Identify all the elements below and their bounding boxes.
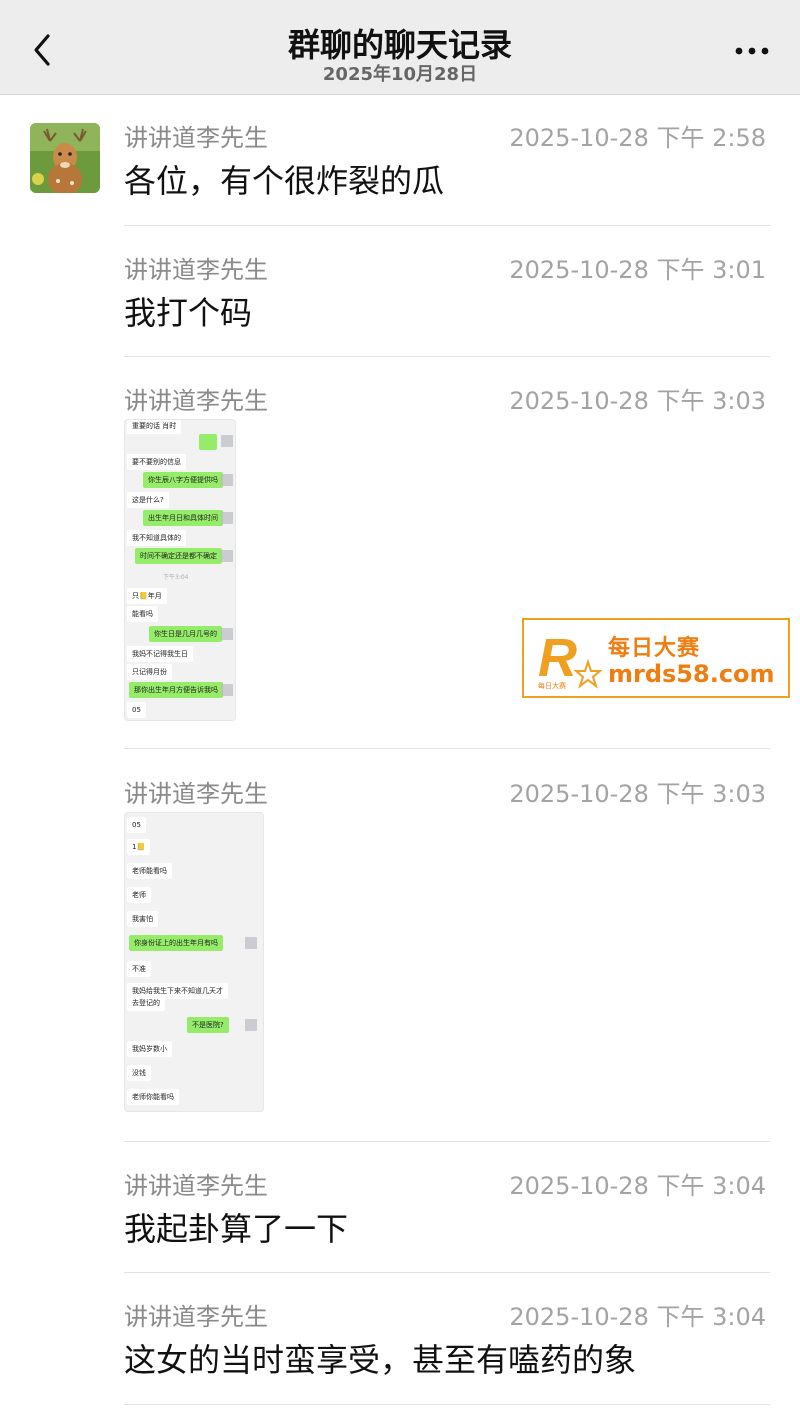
chat-message: 讲讲道李先生 2025-10-28 下午 3:04 我起卦算了一下: [124, 1166, 770, 1248]
bubble: 1📒: [127, 839, 151, 855]
bubble: 你身份证上的出生年月有吗: [129, 935, 223, 951]
time-separator: 下午3:04: [163, 574, 189, 581]
message-time: 2025-10-28 下午 3:04: [509, 1172, 766, 1200]
message-divider: [124, 1141, 770, 1142]
watermark-brand: 每日大赛: [608, 636, 701, 661]
message-text[interactable]: 我打个码: [124, 288, 252, 334]
blurred-avatar: [221, 512, 233, 524]
bubble: 要不要别的信息: [127, 454, 186, 470]
sender-name: 讲讲道李先生: [124, 780, 268, 808]
chat-screenshot-image[interactable]: 重要的话 肖时 要不要别的信息 你生辰八字方便提供吗 这是什么? 出生年月日和具…: [124, 419, 236, 721]
bubble: 你生日是几月几号的: [149, 626, 222, 642]
watermark-logo: R 每日大赛: [536, 624, 606, 694]
watermark-logo-caption: 每日大赛: [538, 681, 566, 690]
chat-message: 讲讲道李先生 2025-10-28 下午 3:04 这女的当时蛮享受，甚至有嗑药…: [124, 1297, 770, 1379]
bubble: 老师: [127, 887, 151, 903]
bubble: 只📒年月: [127, 588, 167, 604]
message-divider: [124, 1272, 770, 1273]
page-subtitle-date: 2025年10月28日: [322, 64, 478, 85]
blurred-avatar: [221, 628, 233, 640]
sender-name: 讲讲道李先生: [124, 1303, 268, 1331]
bubble: 这是什么?: [127, 492, 169, 508]
blurred-avatar: [221, 550, 233, 562]
more-options-icon[interactable]: [732, 34, 772, 64]
bubble: 只记得月份: [127, 664, 172, 680]
message-time: 2025-10-28 下午 2:58: [509, 124, 766, 152]
chat-message: 讲讲道李先生 2025-10-28 下午 3:01 我打个码: [124, 250, 770, 332]
bubble: [199, 434, 217, 450]
bubble: 时间不确定还是都不确定: [135, 548, 222, 564]
message-text[interactable]: 这女的当时蛮享受，甚至有嗑药的象: [124, 1335, 636, 1381]
watermark-banner: R 每日大赛 每日大赛 mrds58.com: [522, 618, 790, 698]
bubble: 我妈岁数小: [127, 1041, 172, 1057]
blurred-avatar: [221, 435, 233, 447]
chat-screenshot-image[interactable]: 05 1📒 老师能看吗 老师 我害怕 你身份证上的出生年月有吗 不准 我妈给我生…: [124, 812, 264, 1112]
sender-name: 讲讲道李先生: [124, 256, 268, 284]
bubble: 那你出生年月方便告诉我吗: [129, 682, 223, 698]
bubble: 我不知道具体的: [127, 530, 186, 546]
message-divider: [124, 1404, 770, 1405]
bubble: 我害怕: [127, 911, 158, 927]
svg-text:R: R: [538, 628, 577, 688]
chat-message: 讲讲道李先生 2025-10-28 下午 2:58 各位，有个很炸裂的瓜: [124, 118, 770, 200]
top-nav-bar: 群聊的聊天记录 2025年10月28日: [0, 0, 800, 95]
blurred-avatar: [245, 1019, 257, 1031]
message-time: 2025-10-28 下午 3:03: [509, 780, 766, 808]
bubble: 重要的话 肖时: [127, 420, 182, 434]
bubble: 不准: [127, 961, 151, 977]
sender-name: 讲讲道李先生: [124, 1172, 268, 1200]
bubble: 05: [127, 702, 146, 718]
bubble: 你生辰八字方便提供吗: [143, 472, 223, 488]
bubble: 我妈不记得我生日: [127, 646, 193, 662]
watermark-url: mrds58.com: [608, 660, 775, 688]
blurred-avatar: [245, 937, 257, 949]
blurred-avatar: [221, 474, 233, 486]
message-divider: [124, 748, 770, 749]
bubble: 出生年月日和具体时间: [143, 510, 223, 526]
sender-avatar[interactable]: [30, 123, 100, 193]
message-text[interactable]: 我起卦算了一下: [124, 1204, 348, 1250]
message-divider: [124, 356, 770, 357]
bubble: 老师你能看吗: [127, 1089, 179, 1105]
message-time: 2025-10-28 下午 3:01: [509, 256, 766, 284]
bubble: 不是医院?: [187, 1017, 229, 1033]
message-divider: [124, 225, 770, 226]
message-text[interactable]: 各位，有个很炸裂的瓜: [124, 156, 444, 202]
bubble: 老师能看吗: [127, 863, 172, 879]
sender-name: 讲讲道李先生: [124, 387, 268, 415]
message-time: 2025-10-28 下午 3:03: [509, 387, 766, 415]
message-time: 2025-10-28 下午 3:04: [509, 1303, 766, 1331]
bubble: 去登记的: [127, 995, 165, 1011]
bubble: 05: [127, 817, 146, 833]
sender-name: 讲讲道李先生: [124, 124, 268, 152]
blurred-avatar: [221, 684, 233, 696]
bubble: 没钱: [127, 1065, 151, 1081]
bubble: 能看吗: [127, 606, 158, 622]
chat-message: 讲讲道李先生 2025-10-28 下午 3:03 05 1📒 老师能看吗 老师…: [124, 774, 770, 1119]
